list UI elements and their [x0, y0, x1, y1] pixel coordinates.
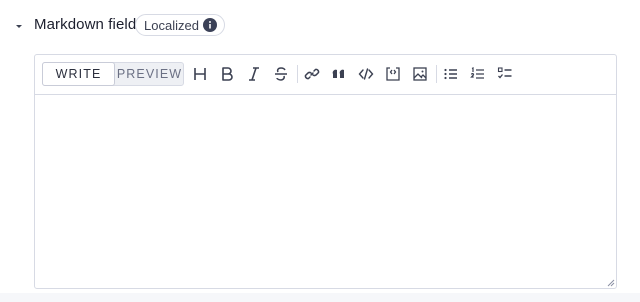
numbered-list-icon[interactable] [467, 63, 489, 85]
localized-badge: Localized [135, 14, 225, 36]
quote-icon[interactable] [328, 63, 350, 85]
bottom-strip [0, 293, 640, 302]
markdown-editor: WRITE PREVIEW [34, 54, 617, 289]
editor-toolbar: WRITE PREVIEW [35, 55, 616, 95]
mode-switch: WRITE PREVIEW [42, 62, 184, 86]
heading-icon[interactable] [189, 63, 211, 85]
info-icon[interactable] [202, 18, 217, 32]
preview-tab[interactable]: PREVIEW [115, 62, 184, 86]
write-tab[interactable]: WRITE [42, 62, 115, 86]
checklist-icon[interactable] [494, 63, 516, 85]
field-label: Markdown field [34, 16, 137, 33]
resize-handle-icon[interactable] [607, 279, 615, 287]
bulleted-list-icon[interactable] [440, 63, 462, 85]
bold-icon[interactable] [216, 63, 238, 85]
strikethrough-icon[interactable] [270, 63, 292, 85]
code-icon[interactable] [355, 63, 377, 85]
image-icon[interactable] [409, 63, 431, 85]
link-icon[interactable] [301, 63, 323, 85]
italic-icon[interactable] [243, 63, 265, 85]
code-block-icon[interactable] [382, 63, 404, 85]
field-header: Markdown field Localized [0, 0, 640, 52]
caret-down-icon[interactable] [12, 19, 26, 33]
badge-label: Localized [144, 17, 199, 33]
toolbar-divider [297, 65, 298, 83]
markdown-textarea[interactable] [35, 95, 616, 288]
toolbar-divider [436, 65, 437, 83]
